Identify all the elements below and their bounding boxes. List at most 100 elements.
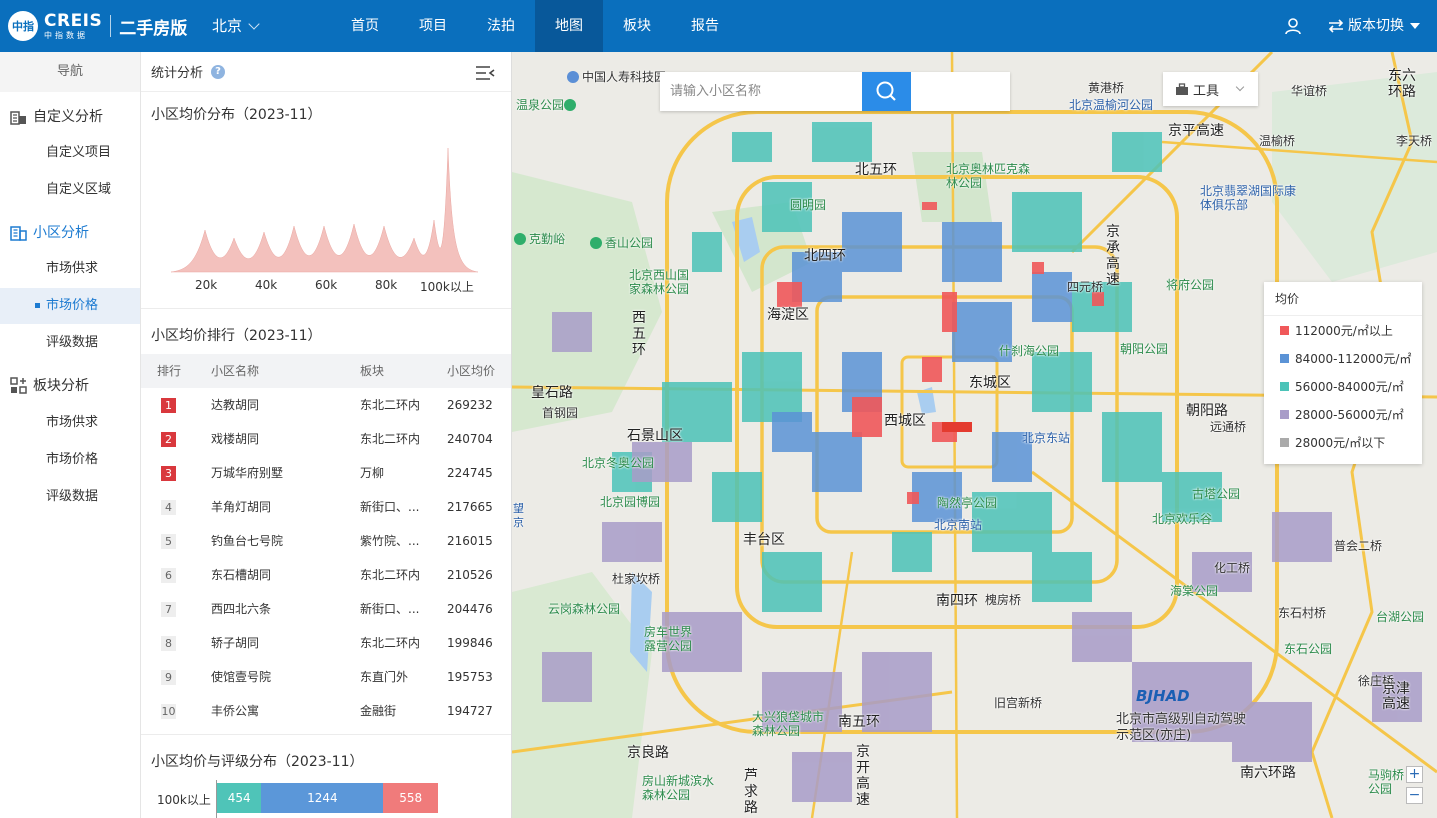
legend-swatch xyxy=(1280,325,1289,335)
average-price: 224745 xyxy=(447,466,493,480)
map-label: 首钢园 xyxy=(542,406,579,420)
map-label: 中国人寿科技园 xyxy=(567,68,666,85)
section-divider xyxy=(141,734,511,735)
map-label: 丰台区 xyxy=(743,532,785,548)
map-label: 京津高速 xyxy=(1382,681,1410,712)
tools-dropdown[interactable]: 工具 xyxy=(1163,72,1258,106)
sidebar-group-block[interactable]: 板块分析 xyxy=(10,375,89,395)
legend-item[interactable]: 84000-112000元/㎡ xyxy=(1264,344,1422,372)
rank-badge: 1 xyxy=(161,398,176,413)
rating-bar-segment[interactable]: 454 xyxy=(217,783,262,813)
average-price: 217665 xyxy=(447,500,493,514)
rating-bar-segment[interactable]: 558 xyxy=(383,783,438,813)
table-row[interactable]: 8 轿子胡同 东北二环内 199846 xyxy=(141,626,511,660)
table-row[interactable]: 7 西四北六条 新街口、... 204476 xyxy=(141,592,511,626)
distribution-tick: 60k xyxy=(315,278,338,292)
table-row[interactable]: 10 丰侨公寓 金融街 194727 xyxy=(141,694,511,728)
community-search-input[interactable] xyxy=(660,72,960,111)
legend-label: 28000-56000元/㎡ xyxy=(1295,407,1404,422)
legend-swatch xyxy=(1280,437,1289,447)
table-row[interactable]: 1 达教胡同 东北二环内 269232 xyxy=(141,388,511,422)
col-price: 小区均价 xyxy=(447,364,496,378)
city-selector[interactable]: 北京 xyxy=(212,0,260,52)
search-button[interactable] xyxy=(862,72,911,111)
map-label: 圆明园 xyxy=(790,198,827,212)
nav-reports[interactable]: 报告 xyxy=(671,0,739,52)
legend-label: 84000-112000元/㎡ xyxy=(1295,351,1412,366)
legend-item[interactable]: 28000-56000元/㎡ xyxy=(1264,400,1422,428)
nav-auction[interactable]: 法拍 xyxy=(467,0,535,52)
top-header: 中指 CREIS 中指数据 二手房版 北京 首页 项目 法拍 地图 板块 报告 … xyxy=(0,0,1437,52)
sidebar-item-custom-project[interactable]: 自定义项目 xyxy=(0,135,140,171)
table-row[interactable]: 6 东石槽胡同 东北二环内 210526 xyxy=(141,558,511,592)
panel-title: 统计分析 xyxy=(151,66,204,81)
map-label: 朝阳路 xyxy=(1186,403,1228,419)
map-label: 四元桥 xyxy=(1067,280,1104,294)
average-price: 194727 xyxy=(447,704,493,718)
map-label: 朝阳公园 xyxy=(1120,342,1169,356)
map-view[interactable]: 中国人寿科技园 温泉公园 黄港桥 北京温榆河公园 华谊桥 东六环路 京平高速 温… xyxy=(512,52,1437,818)
table-row[interactable]: 5 钓鱼台七号院 紫竹院、... 216015 xyxy=(141,524,511,558)
chevron-down-icon xyxy=(248,17,260,30)
distribution-tick: 40k xyxy=(255,278,278,292)
sidebar-item-rating[interactable]: 评级数据 xyxy=(0,325,140,361)
map-search-box xyxy=(660,72,1010,111)
sidebar-item-block-price[interactable]: 市场价格 xyxy=(0,442,140,478)
community-name: 达教胡同 xyxy=(211,398,260,412)
collapse-panel-icon[interactable] xyxy=(475,65,495,81)
sidebar-item-price[interactable]: 市场价格 xyxy=(0,288,140,324)
nav-home[interactable]: 首页 xyxy=(331,0,399,52)
help-icon[interactable]: ? xyxy=(211,64,226,79)
table-row[interactable]: 2 戏楼胡同 东北二环内 240704 xyxy=(141,422,511,456)
map-label: 北京东站 xyxy=(1022,431,1071,445)
panel-header: 统计分析 ? xyxy=(141,52,511,92)
rank-badge: 9 xyxy=(161,670,176,685)
map-label: 华谊桥 xyxy=(1291,84,1328,98)
sidebar-group-custom[interactable]: 自定义分析 xyxy=(10,106,103,126)
version-switch[interactable]: 版本切换 xyxy=(1328,0,1420,52)
table-row[interactable]: 4 羊角灯胡同 新街口、... 217665 xyxy=(141,490,511,524)
map-label: 望京 xyxy=(513,502,524,529)
distribution-tick: 100k以上 xyxy=(420,280,474,294)
map-label: 古塔公园 xyxy=(1192,487,1241,501)
legend-item[interactable]: 112000元/㎡以上 xyxy=(1264,316,1422,344)
map-label: 北京园博园 xyxy=(600,495,661,509)
sidebar-group-community[interactable]: 小区分析 xyxy=(10,222,89,242)
map-label: 西城区 xyxy=(884,413,926,429)
map-label: 杜家坎桥 xyxy=(612,572,661,586)
community-name: 丰侨公寓 xyxy=(211,704,260,718)
map-label: 京承高速 xyxy=(1106,224,1120,288)
zoom-in-button[interactable]: + xyxy=(1406,766,1423,783)
sidebar-item-custom-area[interactable]: 自定义区域 xyxy=(0,172,140,208)
map-label: 石景山区 xyxy=(627,428,683,444)
nav-map[interactable]: 地图 xyxy=(535,0,603,52)
sidebar-item-block-supply[interactable]: 市场供求 xyxy=(0,405,140,441)
stats-panel: 统计分析 ? 小区均价分布（2023-11） 20k 40k 60k 80k 1… xyxy=(141,52,512,818)
map-label: 南五环 xyxy=(838,714,880,730)
legend-item[interactable]: 28000元/㎡以下 xyxy=(1264,428,1422,456)
rating-bar-segment[interactable]: 1244 xyxy=(261,783,384,813)
zoom-out-button[interactable]: − xyxy=(1406,787,1423,804)
map-label: 槐房桥 xyxy=(985,593,1022,607)
main-nav: 首页 项目 法拍 地图 板块 报告 xyxy=(331,0,739,52)
table-row[interactable]: 9 使馆壹号院 东直门外 195753 xyxy=(141,660,511,694)
nav-projects[interactable]: 项目 xyxy=(399,0,467,52)
map-label: 东石公园 xyxy=(1284,642,1333,656)
sidebar-item-block-rating[interactable]: 评级数据 xyxy=(0,479,140,515)
nav-blocks[interactable]: 板块 xyxy=(603,0,671,52)
legend-item[interactable]: 56000-84000元/㎡ xyxy=(1264,372,1422,400)
community-name: 使馆壹号院 xyxy=(211,670,272,684)
map-label: 京良路 xyxy=(627,745,669,761)
rating-row-label: 100k以上 xyxy=(157,793,211,807)
map-label: 南四环 xyxy=(936,593,978,609)
rank-badge: 5 xyxy=(161,534,176,549)
chevron-down-icon xyxy=(1235,82,1245,92)
map-label: 普会二桥 xyxy=(1334,539,1383,553)
rank-badge: 10 xyxy=(161,704,176,719)
sidebar-item-supply[interactable]: 市场供求 xyxy=(0,251,140,287)
table-row[interactable]: 3 万城华府别墅 万柳 224745 xyxy=(141,456,511,490)
map-label: 云岗森林公园 xyxy=(548,602,621,616)
user-icon[interactable] xyxy=(1284,17,1302,35)
legend-title: 均价 xyxy=(1264,282,1422,316)
creis-logo[interactable]: 中指 CREIS 中指数据 二手房版 xyxy=(8,10,187,42)
